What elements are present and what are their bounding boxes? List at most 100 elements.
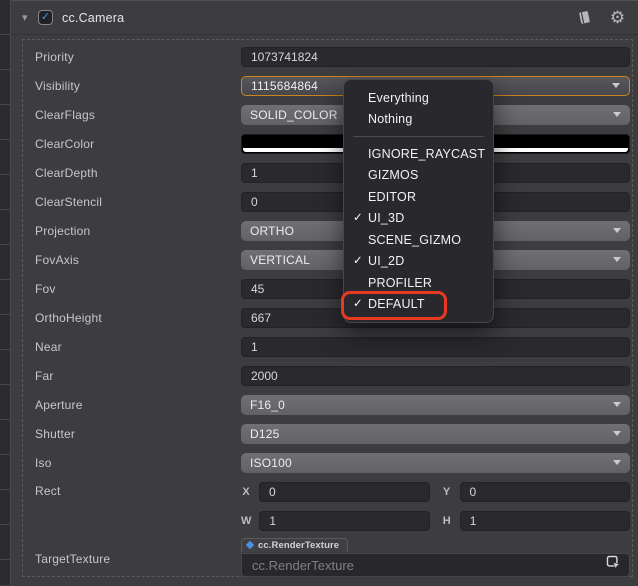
- asset-field: cc.RenderTexture cc.RenderTexture: [241, 535, 630, 577]
- collapse-arrow-icon[interactable]: ▾: [22, 11, 38, 24]
- menu-item-everything[interactable]: Everything: [344, 87, 493, 109]
- rect-h-input[interactable]: 1: [459, 510, 631, 531]
- rect-subrow: X0Y0: [241, 477, 630, 506]
- select-value: ISO100: [250, 455, 292, 470]
- property-field: ISO100: [241, 452, 630, 473]
- shutter-select[interactable]: D125: [241, 423, 630, 444]
- asset-placeholder: cc.RenderTexture: [252, 557, 354, 573]
- property-label: Iso: [35, 455, 52, 470]
- property-row-far: Far 2000: [23, 361, 632, 390]
- property-label: Priority: [35, 49, 74, 64]
- property-row-projection: Projection ORTHO: [23, 216, 632, 245]
- property-row-shutter: Shutter D125: [23, 419, 632, 448]
- chevron-down-icon: [613, 228, 621, 233]
- property-row-fovaxis: FovAxis VERTICAL: [23, 245, 632, 274]
- property-label: Far: [35, 368, 54, 383]
- property-row-priority: Priority 1073741824: [23, 42, 632, 71]
- menu-item-ui_2d[interactable]: ✓ UI_2D: [344, 251, 493, 273]
- asset-type-label: cc.RenderTexture: [258, 539, 340, 551]
- priority-input[interactable]: 1073741824: [241, 46, 630, 67]
- property-label: Projection: [35, 223, 91, 238]
- property-row-iso: Iso ISO100: [23, 448, 632, 477]
- checkmark-icon: ✓: [353, 254, 363, 267]
- chevron-down-icon: [612, 83, 620, 88]
- menu-item-ignore_raycast[interactable]: IGNORE_RAYCAST: [344, 143, 493, 165]
- axis-label-x: X: [242, 485, 250, 498]
- menu-item-label: Nothing: [368, 112, 413, 127]
- rect-w-input[interactable]: 1: [259, 510, 430, 531]
- aperture-select[interactable]: F16_0: [241, 394, 630, 415]
- menu-item-scene_gizmo[interactable]: SCENE_GIZMO: [344, 229, 493, 251]
- rect-y-input[interactable]: 0: [459, 481, 630, 502]
- property-field: 2000: [241, 365, 630, 386]
- settings-gear-icon[interactable]: ⚙: [609, 9, 626, 26]
- select-value: F16_0: [250, 397, 286, 412]
- chevron-down-icon: [613, 460, 621, 465]
- property-row-orthoheight: OrthoHeight 667: [23, 303, 632, 332]
- property-label: Shutter: [35, 426, 76, 441]
- property-label: OrthoHeight: [35, 310, 102, 325]
- property-label: ClearColor: [35, 136, 95, 151]
- property-label: Fov: [35, 281, 56, 296]
- property-label: ClearStencil: [35, 194, 103, 209]
- property-row-cleardepth: ClearDepth 1: [23, 158, 632, 187]
- menu-divider: [353, 136, 484, 137]
- axis-label-h: H: [442, 514, 451, 527]
- near-input[interactable]: 1: [241, 336, 630, 357]
- property-row-visibility: Visibility 1115684864: [23, 71, 632, 100]
- targettexture-asset-input[interactable]: cc.RenderTexture: [241, 553, 630, 577]
- property-row-clearflags: ClearFlags SOLID_COLOR: [23, 100, 632, 129]
- property-label: TargetTexture: [35, 552, 111, 566]
- visibility-dropdown-menu: Everything Nothing IGNORE_RAYCAST GIZMOS EDI…: [341, 79, 494, 323]
- far-input[interactable]: 2000: [241, 365, 630, 386]
- chevron-down-icon: [613, 431, 621, 436]
- rect-fields: X0Y0W1H1: [241, 477, 631, 535]
- menu-item-label: UI_3D: [368, 211, 405, 226]
- property-label: Visibility: [35, 78, 81, 93]
- menu-item-profiler[interactable]: PROFILER: [344, 272, 493, 294]
- property-row-clearcolor: ClearColor: [23, 129, 632, 158]
- menu-item-editor[interactable]: EDITOR: [344, 186, 493, 208]
- menu-item-gizmos[interactable]: GIZMOS: [344, 165, 493, 187]
- rect-x-input[interactable]: 0: [259, 481, 430, 502]
- docs-book-icon[interactable]: [576, 9, 593, 26]
- iso-select[interactable]: ISO100: [241, 452, 630, 473]
- property-row-clearstencil: ClearStencil 0: [23, 187, 632, 216]
- menu-item-label: EDITOR: [368, 189, 417, 204]
- property-label: ClearDepth: [35, 165, 98, 180]
- component-body: Priority 1073741824 Visibility 1115684864 Cl…: [22, 39, 633, 577]
- menu-item-nothing[interactable]: Nothing: [344, 109, 493, 131]
- component-enabled-checkbox[interactable]: ✓: [38, 10, 53, 25]
- menu-item-label: IGNORE_RAYCAST: [368, 146, 486, 161]
- menu-item-label: PROFILER: [368, 275, 433, 290]
- chevron-down-icon: [613, 257, 621, 262]
- asset-type-diamond-icon: [245, 540, 255, 550]
- chevron-down-icon: [613, 402, 621, 407]
- menu-item-ui_3d[interactable]: ✓ UI_3D: [344, 208, 493, 230]
- checkmark-icon: ✓: [353, 211, 363, 224]
- asset-picker-icon[interactable]: [606, 555, 621, 575]
- property-label: Rect: [35, 484, 61, 498]
- property-field: 1: [241, 336, 630, 357]
- select-value: D125: [250, 426, 280, 441]
- component-title: cc.Camera: [62, 10, 125, 25]
- property-label: Aperture: [35, 397, 83, 412]
- chevron-down-icon: [613, 112, 621, 117]
- property-row-targettexture: TargetTexture cc.RenderTexture cc.RenderTe…: [23, 535, 632, 577]
- inspector-panel: ▾ ✓ cc.Camera ⚙ Priority 1073741824 Visibi…: [11, 0, 638, 586]
- property-field: D125: [241, 423, 630, 444]
- property-label: ClearFlags: [35, 107, 96, 122]
- menu-item-label: Everything: [368, 90, 430, 105]
- property-row-near: Near 1: [23, 332, 632, 361]
- axis-label-y: Y: [442, 485, 451, 498]
- property-row-rect: Rect X 0 Y 0 W 1 H 1: [23, 477, 632, 535]
- adjacent-panel-edge: [0, 0, 11, 585]
- checkmark-icon: ✓: [353, 297, 363, 310]
- property-row-fov: Fov 45: [23, 274, 632, 303]
- component-header: ▾ ✓ cc.Camera ⚙: [11, 1, 638, 35]
- menu-item-label: SCENE_GIZMO: [368, 232, 462, 247]
- menu-item-default[interactable]: ✓ DEFAULT: [344, 294, 493, 316]
- property-field: F16_0: [241, 394, 630, 415]
- property-list: Priority 1073741824 Visibility 1115684864 Cl…: [23, 42, 632, 577]
- property-row-aperture: Aperture F16_0: [23, 390, 632, 419]
